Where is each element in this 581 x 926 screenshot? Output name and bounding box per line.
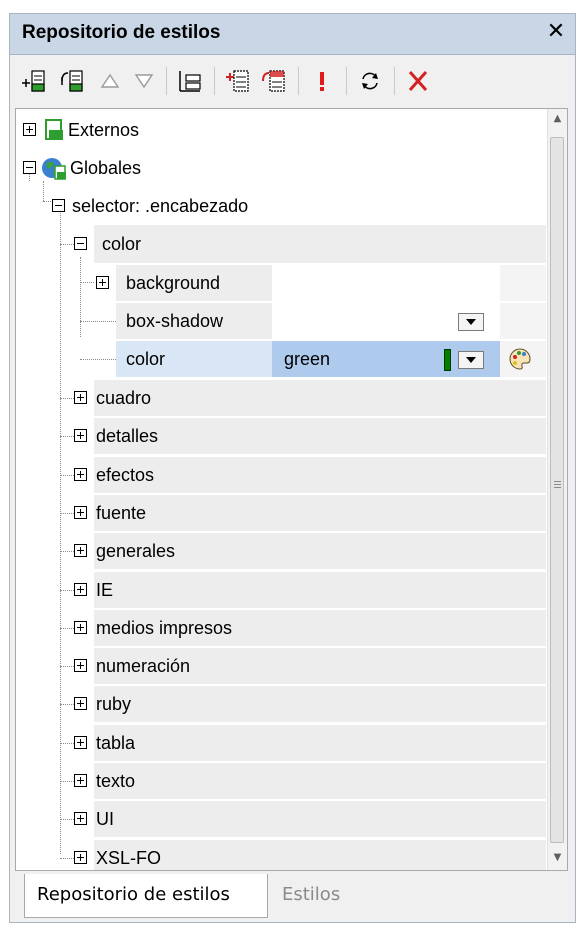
property-row-color[interactable]: color green <box>16 340 546 378</box>
panel-title: Repositorio de estilos <box>22 22 221 43</box>
tree-label: IE <box>96 580 114 600</box>
tree-label: Globales <box>70 158 142 178</box>
toolbar <box>10 55 575 107</box>
property-row-box-shadow[interactable]: box-shadow <box>16 302 546 340</box>
tree-node-group[interactable]: numeración <box>16 647 546 685</box>
tree-node-group[interactable]: efectos <box>16 456 546 494</box>
scroll-thumb[interactable] <box>550 137 564 843</box>
tree-node-group[interactable]: ruby <box>16 685 546 723</box>
expand-icon[interactable] <box>74 659 87 672</box>
toolbar-separator <box>214 67 215 95</box>
tree-label: tabla <box>96 733 136 753</box>
insert-rule-icon[interactable] <box>260 67 288 95</box>
expand-icon[interactable] <box>74 621 87 634</box>
dropdown-arrow-icon[interactable] <box>458 313 484 331</box>
toolbar-separator <box>166 67 167 95</box>
vertical-scrollbar[interactable]: ▲ ▼ <box>547 109 567 870</box>
move-up-icon[interactable] <box>96 67 124 95</box>
tree-node-selector[interactable]: selector: .encabezado <box>16 187 546 225</box>
tree-node-globales[interactable]: Globales <box>16 149 546 187</box>
expand-icon[interactable] <box>96 276 109 289</box>
external-stylesheet-icon <box>43 118 65 142</box>
tree-node-group[interactable]: IE <box>16 571 546 609</box>
panel-titlebar: Repositorio de estilos ✕ <box>10 14 575 55</box>
tree-node-group[interactable]: medios impresos <box>16 609 546 647</box>
tree-label: texto <box>96 771 136 791</box>
tree-node-group[interactable]: cuadro <box>16 379 546 417</box>
tree-node-group[interactable]: UI <box>16 800 546 838</box>
close-icon[interactable]: ✕ <box>543 18 569 46</box>
tree-node-color-group[interactable]: color <box>16 225 546 263</box>
tree-node-externos[interactable]: Externos <box>16 111 546 149</box>
property-value[interactable]: green <box>284 340 330 378</box>
tree-label: ruby <box>96 694 132 714</box>
reload-icon[interactable] <box>356 67 384 95</box>
property-row-background[interactable]: background <box>16 264 546 302</box>
collapse-icon[interactable] <box>74 237 87 250</box>
toolbar-separator <box>346 67 347 95</box>
insert-stylesheet-icon[interactable] <box>58 67 86 95</box>
property-name: color <box>126 349 166 369</box>
collapse-tree-icon[interactable] <box>176 67 204 95</box>
panel-tabs: Repositorio de estilos Estilos <box>10 874 575 922</box>
tree-label: numeración <box>96 656 191 676</box>
tree-label: UI <box>96 809 114 829</box>
tab-estilos[interactable]: Estilos <box>282 874 382 918</box>
expand-icon[interactable] <box>74 812 87 825</box>
tree-label: XSL-FO <box>96 848 162 868</box>
tree-node-group[interactable]: texto <box>16 762 546 800</box>
tree-label: generales <box>96 541 176 561</box>
style-tree: Externos Globales selector: .encabezado … <box>15 108 568 871</box>
tree-node-group[interactable]: fuente <box>16 494 546 532</box>
expand-icon[interactable] <box>74 429 87 442</box>
tree-label: color <box>102 234 142 254</box>
tree-label: detalles <box>96 426 159 446</box>
delete-icon[interactable] <box>404 67 432 95</box>
tree-label: cuadro <box>96 388 152 408</box>
tree-label: selector: .encabezado <box>72 196 249 216</box>
scroll-down-icon[interactable]: ▼ <box>548 848 567 868</box>
collapse-icon[interactable] <box>52 199 65 212</box>
grip-line <box>554 487 561 488</box>
scroll-up-icon[interactable]: ▲ <box>548 109 567 129</box>
tree-node-group[interactable]: detalles <box>16 417 546 455</box>
expand-icon[interactable] <box>74 391 87 404</box>
style-repository-panel: Repositorio de estilos ✕ Externos Global… <box>9 13 576 923</box>
toolbar-separator <box>298 67 299 95</box>
toolbar-separator <box>394 67 395 95</box>
important-icon[interactable] <box>308 67 336 95</box>
tree-node-group[interactable]: generales <box>16 532 546 570</box>
add-stylesheet-icon[interactable] <box>20 67 48 95</box>
property-name: box-shadow <box>126 311 224 331</box>
property-name: background <box>126 273 221 293</box>
expand-icon[interactable] <box>74 736 87 749</box>
tree-label: medios impresos <box>96 618 233 638</box>
color-swatch <box>444 349 451 371</box>
tree-label: fuente <box>96 503 147 523</box>
expand-icon[interactable] <box>74 851 87 864</box>
grip-line <box>554 481 561 482</box>
expand-icon[interactable] <box>74 697 87 710</box>
append-rule-icon[interactable] <box>224 67 252 95</box>
expand-icon[interactable] <box>74 544 87 557</box>
tree-node-group[interactable]: tabla <box>16 724 546 762</box>
expand-icon[interactable] <box>74 468 87 481</box>
tree-label: Externos <box>68 120 140 140</box>
expand-icon[interactable] <box>23 123 36 136</box>
tree-node-group[interactable]: XSL-FO <box>16 839 546 870</box>
grip-line <box>554 484 561 485</box>
tab-repositorio-de-estilos[interactable]: Repositorio de estilos <box>24 874 268 918</box>
color-picker-icon[interactable] <box>508 347 532 371</box>
globe-icon <box>40 154 68 182</box>
expand-icon[interactable] <box>74 583 87 596</box>
dropdown-arrow-icon[interactable] <box>458 351 484 369</box>
expand-icon[interactable] <box>74 506 87 519</box>
expand-icon[interactable] <box>74 774 87 787</box>
collapse-icon[interactable] <box>23 161 36 174</box>
move-down-icon[interactable] <box>130 67 158 95</box>
tree-label: efectos <box>96 465 155 485</box>
